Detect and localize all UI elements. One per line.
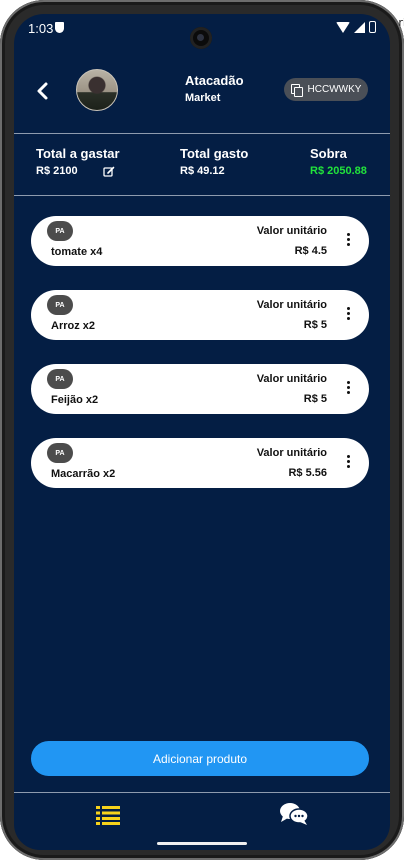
budget-summary: Total a gastar R$ 2100 Total gasto R$ 49… <box>14 146 390 196</box>
status-icons <box>336 21 376 33</box>
item-badge: PA <box>47 443 73 463</box>
share-code: HCCWWKY <box>307 84 362 95</box>
store-type: Market <box>185 92 221 104</box>
item-name: Feijão x2 <box>51 394 99 406</box>
shield-icon <box>55 22 64 33</box>
remaining: Sobra R$ 2050.88 <box>310 146 367 177</box>
home-indicator[interactable] <box>157 842 247 845</box>
avatar[interactable] <box>76 69 118 111</box>
unit-price-value: R$ 5 <box>303 319 327 331</box>
edit-icon[interactable] <box>103 166 115 178</box>
store-name: Atacadão <box>185 73 244 88</box>
total-to-spend-label: Total a gastar <box>36 146 120 161</box>
summary-divider <box>14 195 390 196</box>
total-spent: Total gasto R$ 49.12 <box>180 146 248 177</box>
wifi-icon <box>336 21 350 33</box>
copy-icon <box>290 84 303 97</box>
more-vert-icon[interactable] <box>345 455 351 471</box>
item-name: Macarrão x2 <box>51 468 116 480</box>
more-vert-icon[interactable] <box>345 307 351 323</box>
item-name: tomate x4 <box>51 246 103 258</box>
back-arrow-icon[interactable] <box>32 80 54 102</box>
unit-price-value: R$ 5 <box>303 393 327 405</box>
front-camera <box>190 27 212 49</box>
remaining-label: Sobra <box>310 146 347 161</box>
battery-icon <box>369 21 376 33</box>
header-divider <box>14 133 390 134</box>
item-badge: PA <box>47 295 73 315</box>
unit-price-label: Valor unitário <box>256 373 327 385</box>
unit-price-value: R$ 4.5 <box>294 245 327 257</box>
chat-icon[interactable] <box>279 802 309 826</box>
list-item[interactable]: PA tomate x4 Valor unitário R$ 4.5 <box>31 216 369 266</box>
total-spent-value: R$ 49.12 <box>180 165 225 177</box>
unit-price-value: R$ 5.56 <box>288 467 327 479</box>
more-vert-icon[interactable] <box>345 381 351 397</box>
list-item[interactable]: PA Macarrão x2 Valor unitário R$ 5.56 <box>31 438 369 488</box>
item-badge: PA <box>47 221 73 241</box>
remaining-value: R$ 2050.88 <box>310 165 367 177</box>
app-screen: 1:03 Atacadão Market HCCWWKY Total a gas… <box>14 14 390 850</box>
item-name: Arroz x2 <box>51 320 96 332</box>
status-time: 1:03 <box>28 21 54 36</box>
total-spent-label: Total gasto <box>180 146 249 161</box>
copy-code-button[interactable]: HCCWWKY <box>284 78 368 101</box>
unit-price-label: Valor unitário <box>256 447 327 459</box>
unit-price-label: Valor unitário <box>256 299 327 311</box>
list-icon[interactable] <box>96 805 120 825</box>
status-bar: 1:03 <box>14 14 390 49</box>
item-badge: PA <box>47 369 73 389</box>
product-list: PA tomate x4 Valor unitário R$ 4.5 PA Ar… <box>31 216 369 512</box>
list-item[interactable]: PA Feijão x2 Valor unitário R$ 5 <box>31 364 369 414</box>
list-item[interactable]: PA Arroz x2 Valor unitário R$ 5 <box>31 290 369 340</box>
add-product-button[interactable]: Adicionar produto <box>31 741 369 776</box>
unit-price-label: Valor unitário <box>256 225 327 237</box>
background-window-text: ri <box>398 16 404 29</box>
store-header: Atacadão Market HCCWWKY <box>14 64 390 134</box>
signal-icon <box>354 21 365 33</box>
more-vert-icon[interactable] <box>345 233 351 249</box>
